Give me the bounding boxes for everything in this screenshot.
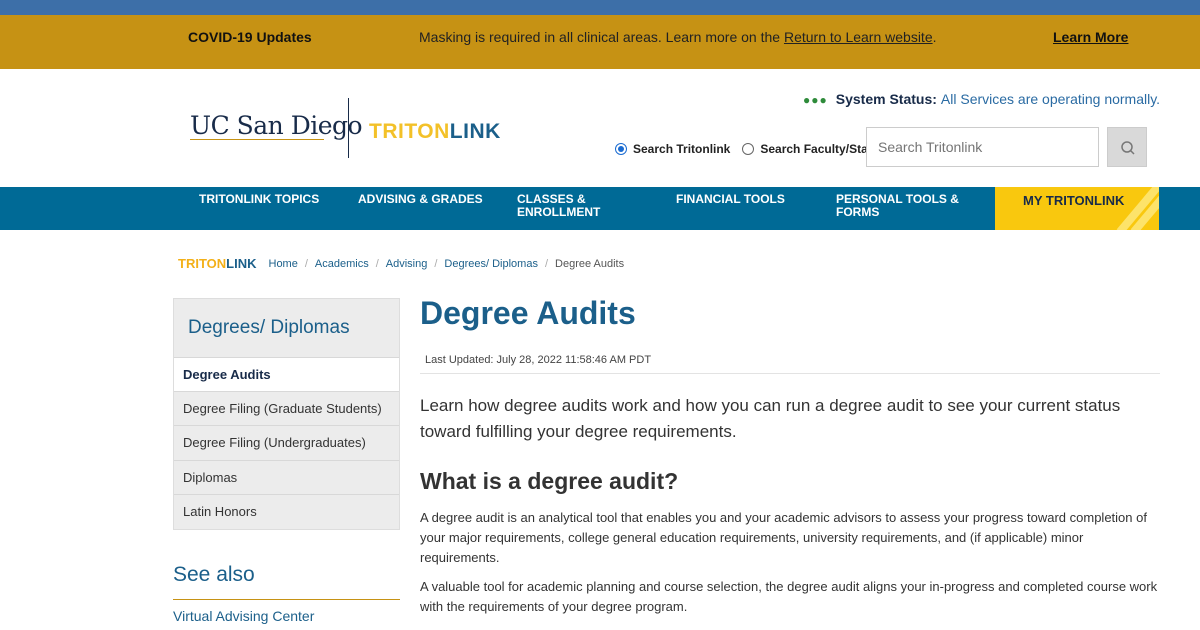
alert-message-end: .: [932, 29, 937, 45]
system-status-label: System Status:: [835, 91, 937, 107]
sidebar-item-latin-honors[interactable]: Latin Honors: [174, 494, 399, 528]
logo-underline: [190, 139, 324, 140]
sidebar-nav: Degrees/ Diplomas Degree Audits Degree F…: [173, 298, 400, 530]
breadcrumb-advising[interactable]: Advising: [386, 258, 428, 270]
breadcrumb-separator: /: [304, 257, 308, 270]
radio-search-faculty[interactable]: Search Faculty/Staff: [742, 142, 876, 156]
search-scope: Search Tritonlink Search Faculty/Staff: [615, 142, 888, 156]
nav-label: TRITONLINK TOPICS: [199, 192, 320, 206]
tritonlink-logo-part1: TRITON: [369, 120, 450, 143]
breadcrumb-brand-part2: LINK: [226, 256, 257, 271]
title-divider: [420, 373, 1160, 374]
logo-divider: [348, 98, 349, 158]
see-also-divider: [173, 599, 400, 600]
tritonlink-logo-part2: LINK: [449, 120, 501, 143]
top-strip: [0, 0, 1200, 15]
breadcrumb-brand-part1: TRITON: [178, 256, 227, 271]
breadcrumb-separator: /: [434, 257, 438, 270]
nav-advising-grades[interactable]: ADVISING & GRADES: [358, 193, 483, 206]
nav-my-tritonlink[interactable]: MY TRITONLINK: [995, 187, 1159, 230]
alert-message: Masking is required in all clinical area…: [419, 29, 937, 45]
ucsd-logo[interactable]: UC San Diego: [190, 111, 363, 140]
nav-tritonlink-topics[interactable]: TRITONLINK TOPICS: [199, 193, 319, 206]
sidebar-item-degree-audits[interactable]: Degree Audits: [174, 357, 399, 391]
alert-message-text: Masking is required in all clinical area…: [419, 29, 784, 45]
breadcrumb-separator: /: [375, 257, 379, 270]
site-header: UC San Diego TRITONLINK ●●● System Status…: [0, 69, 1200, 187]
search-input[interactable]: [866, 127, 1099, 167]
lead-paragraph: Learn how degree audits work and how you…: [420, 396, 1121, 441]
tritonlink-logo[interactable]: TRITONLINK: [369, 120, 501, 144]
nav-label: ADVISING & GRADES: [358, 192, 483, 206]
search-button[interactable]: [1107, 127, 1147, 167]
breadcrumb-brand[interactable]: TRITONLINK: [178, 256, 257, 271]
body-paragraph-2: A valuable tool for academic planning an…: [420, 579, 1158, 614]
nav-personal-tools-forms[interactable]: PERSONAL TOOLS & FORMS: [836, 193, 959, 219]
page-title: Degree Audits: [420, 295, 636, 331]
radio-search-tritonlink[interactable]: Search Tritonlink: [615, 142, 730, 156]
radio-checked-icon[interactable]: [615, 143, 627, 155]
breadcrumb-separator: /: [544, 257, 549, 270]
breadcrumb-academics[interactable]: Academics: [315, 258, 369, 270]
nav-label-line2: ENROLLMENT: [517, 205, 601, 219]
alert-title: COVID-19 Updates: [188, 29, 312, 45]
status-dots-icon: ●●●: [803, 93, 828, 107]
sidebar-item-degree-filing-graduate[interactable]: Degree Filing (Graduate Students): [174, 391, 399, 425]
main-nav: TRITONLINK TOPICS ADVISING & GRADES CLAS…: [0, 187, 1200, 230]
nav-label-line2: FORMS: [836, 205, 880, 219]
breadcrumb-current: Degree Audits: [555, 257, 625, 270]
section-heading: What is a degree audit?: [420, 468, 679, 494]
search-icon: [1121, 141, 1135, 155]
breadcrumb-home[interactable]: Home: [269, 258, 298, 270]
my-tritonlink-label: MY TRITONLINK: [1023, 193, 1125, 208]
sidebar-title[interactable]: Degrees/ Diplomas: [188, 317, 350, 339]
system-status-text[interactable]: All Services are operating normally.: [941, 91, 1160, 107]
breadcrumb: TRITONLINK Home / Academics / Advising / De…: [178, 256, 624, 271]
sidebar-item-diplomas[interactable]: Diplomas: [174, 460, 399, 494]
breadcrumb-degrees-diplomas[interactable]: Degrees/ Diplomas: [444, 258, 538, 270]
nav-label: FINANCIAL TOOLS: [676, 192, 785, 206]
covid-alert-banner: COVID-19 Updates Masking is required in …: [0, 15, 1200, 69]
system-status: ●●● System Status: All Services are operat…: [803, 91, 1160, 107]
sidebar-item-degree-filing-undergraduates[interactable]: Degree Filing (Undergraduates): [174, 425, 399, 459]
radio-label-tritonlink: Search Tritonlink: [633, 142, 731, 156]
radio-label-faculty: Search Faculty/Staff: [760, 142, 876, 156]
nav-classes-enrollment[interactable]: CLASSES & ENROLLMENT: [517, 193, 600, 219]
body-paragraph-1: A degree audit is an analytical tool tha…: [420, 510, 1147, 565]
virtual-advising-center-link[interactable]: Virtual Advising Center: [173, 608, 314, 624]
see-also-heading: See also: [173, 563, 255, 586]
return-to-learn-link[interactable]: Return to Learn website: [784, 29, 933, 45]
learn-more-link[interactable]: Learn More: [1053, 29, 1128, 45]
radio-unchecked-icon[interactable]: [742, 143, 755, 155]
nav-financial-tools[interactable]: FINANCIAL TOOLS: [676, 193, 785, 206]
last-updated: Last Updated: July 28, 2022 11:58:46 AM …: [425, 354, 652, 366]
